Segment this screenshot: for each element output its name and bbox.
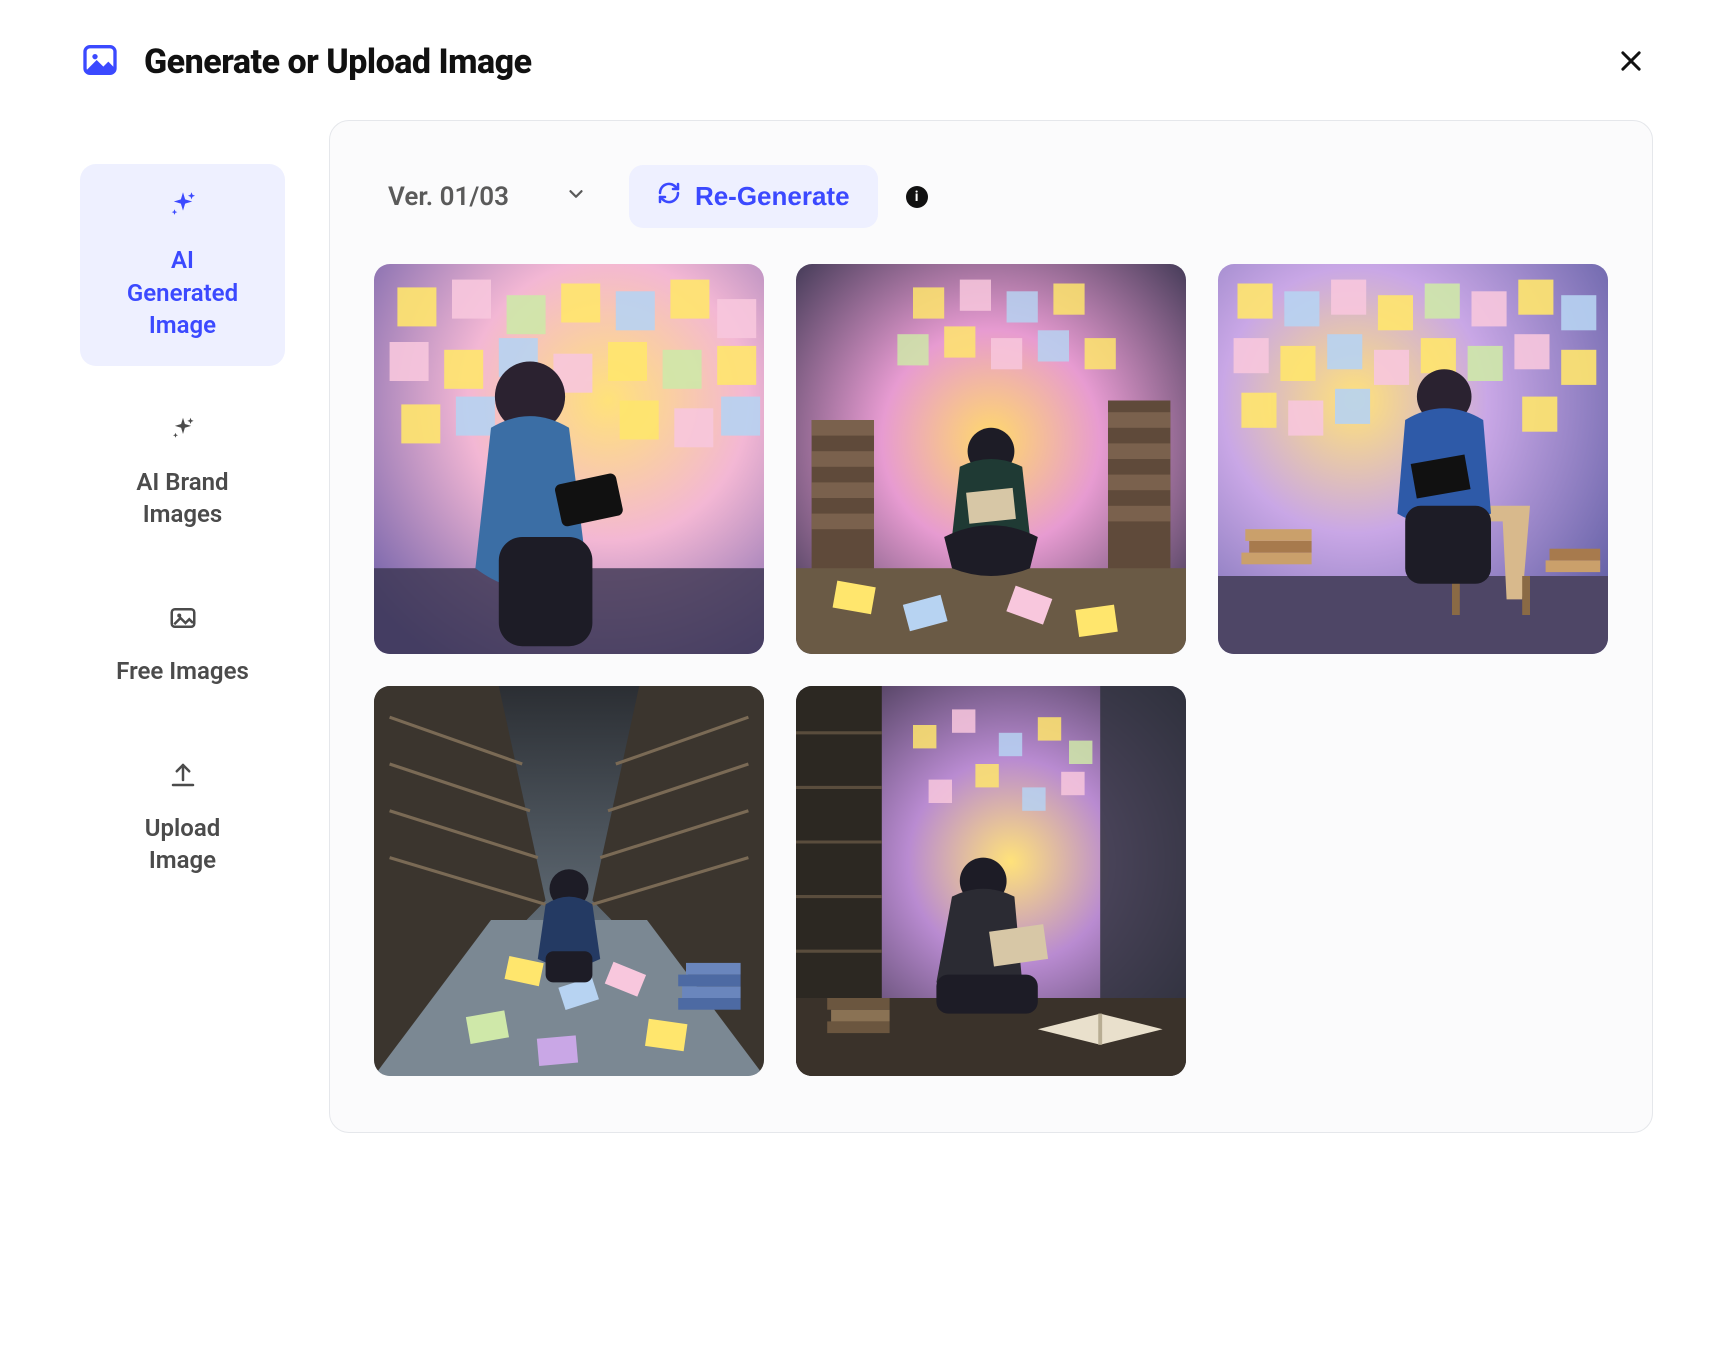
sparkles-icon (166, 188, 200, 230)
header-left: Generate or Upload Image (80, 40, 532, 84)
sidebar-item-upload-image[interactable]: Upload Image (80, 736, 285, 901)
sidebar-item-ai-brand-images[interactable]: AI Brand Images (80, 390, 285, 555)
sidebar-item-free-images[interactable]: Free Images (80, 579, 285, 712)
generated-image-card[interactable] (1218, 264, 1608, 654)
sidebar: AI Generated Image AI Brand Images (80, 120, 285, 901)
version-dropdown[interactable]: Ver. 01/03 (374, 174, 601, 220)
results-panel: Ver. 01/03 Re-Generate (329, 120, 1653, 1133)
generated-image-card[interactable] (374, 686, 764, 1076)
dialog-root: Generate or Upload Image AI Generated Im… (0, 0, 1733, 1165)
image-icon (168, 603, 198, 641)
close-button[interactable] (1609, 40, 1653, 84)
dialog-title: Generate or Upload Image (144, 42, 532, 82)
sidebar-item-label: AI Generated Image (127, 244, 238, 341)
sidebar-item-label: Free Images (116, 655, 249, 687)
refresh-icon (657, 181, 681, 212)
info-icon[interactable]: i (906, 186, 928, 208)
regenerate-button[interactable]: Re-Generate (629, 165, 878, 228)
chevron-down-icon (565, 182, 587, 212)
sidebar-item-ai-generated-image[interactable]: AI Generated Image (80, 164, 285, 366)
generated-image-card[interactable] (374, 264, 764, 654)
version-label: Ver. 01/03 (388, 182, 509, 212)
generated-image-card[interactable] (796, 264, 1186, 654)
generated-image-card[interactable] (796, 686, 1186, 1076)
sidebar-item-label: Upload Image (145, 812, 220, 877)
close-icon (1617, 47, 1645, 78)
dialog-body: AI Generated Image AI Brand Images (80, 120, 1653, 1133)
results-toolbar: Ver. 01/03 Re-Generate (374, 165, 1608, 228)
dialog-header: Generate or Upload Image (80, 32, 1653, 120)
upload-icon (168, 760, 198, 798)
sparkles-icon (168, 414, 198, 452)
picture-icon (80, 40, 120, 84)
regenerate-label: Re-Generate (695, 181, 850, 212)
image-grid (374, 264, 1608, 1076)
sidebar-item-label: AI Brand Images (136, 466, 228, 531)
